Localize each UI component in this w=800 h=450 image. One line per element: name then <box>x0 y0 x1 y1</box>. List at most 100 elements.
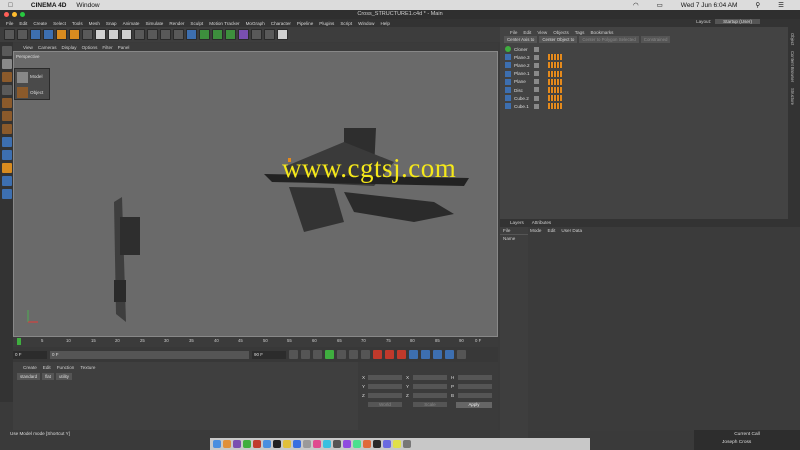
app-icon[interactable] <box>333 440 341 448</box>
viewport-menu-cameras[interactable]: Cameras <box>38 45 57 50</box>
model-mode-icon[interactable] <box>1 59 12 69</box>
app-icon[interactable] <box>343 440 351 448</box>
subdivision-icon[interactable] <box>212 29 223 40</box>
object-row[interactable]: Plane.1 <box>500 70 788 78</box>
visibility-toggle[interactable] <box>534 103 539 109</box>
finder-icon[interactable] <box>213 440 221 448</box>
wifi-icon[interactable]: ◠ <box>633 1 639 9</box>
side-tab-content-browser[interactable]: Content Browser <box>790 51 795 82</box>
render-picture-viewer-icon[interactable] <box>160 29 171 40</box>
edges-mode-icon[interactable] <box>1 111 12 121</box>
menu-select[interactable]: Select <box>53 21 66 26</box>
popup-item-model[interactable]: Model <box>30 74 43 79</box>
render-settings-icon[interactable] <box>173 29 184 40</box>
menu-pipeline[interactable]: Pipeline <box>297 21 313 26</box>
app-icon[interactable] <box>393 440 401 448</box>
menu-animate[interactable]: Animate <box>123 21 140 26</box>
side-tab-structure[interactable]: Structure <box>790 88 795 105</box>
menu-simulate[interactable]: Simulate <box>145 21 163 26</box>
live-selection-icon[interactable] <box>30 29 41 40</box>
perspective-viewport[interactable]: Perspective <box>13 51 498 337</box>
attributes-menu-edit[interactable]: Edit <box>548 227 556 235</box>
app-icon[interactable] <box>233 440 241 448</box>
app-icon[interactable] <box>303 440 311 448</box>
floor-icon[interactable] <box>251 29 262 40</box>
timeline-ruler[interactable]: 5 10 15 20 25 30 35 40 45 50 55 60 65 70… <box>13 337 498 347</box>
attributes-menu-user-data[interactable]: User Data <box>561 227 582 235</box>
key-rotation-icon[interactable] <box>433 350 442 359</box>
play-icon[interactable] <box>325 350 334 359</box>
make-editable-icon[interactable] <box>1 46 12 56</box>
x-axis-icon[interactable] <box>95 29 106 40</box>
object-row[interactable]: Cloner <box>500 45 788 53</box>
next-frame-icon[interactable] <box>337 350 346 359</box>
go-to-end-icon[interactable] <box>361 350 370 359</box>
cloner-icon[interactable] <box>225 29 236 40</box>
key-parameter-icon[interactable] <box>445 350 454 359</box>
visibility-toggle[interactable] <box>534 79 539 85</box>
current-call-overlay[interactable]: Current Call Joseph Cross <box>694 430 800 450</box>
menu-mograph[interactable]: MoGraph <box>246 21 265 26</box>
apply-button[interactable]: Apply <box>456 402 492 408</box>
scene-render[interactable] <box>14 52 499 338</box>
rotation-p-field[interactable] <box>458 384 492 389</box>
object-name[interactable]: Cube.1 <box>514 104 529 109</box>
tweak-icon[interactable] <box>1 150 12 160</box>
tab-center-object[interactable]: Center Object to <box>539 36 578 43</box>
app-icon[interactable] <box>323 440 331 448</box>
visibility-toggle[interactable] <box>534 46 539 52</box>
polygons-mode-icon[interactable] <box>1 124 12 134</box>
object-name[interactable]: Plane.3 <box>514 55 530 60</box>
battery-icon[interactable]: ▭ <box>657 1 663 9</box>
menu-character[interactable]: Character <box>271 21 291 26</box>
menu-render[interactable]: Render <box>169 21 184 26</box>
app-icon[interactable] <box>283 440 291 448</box>
tab-layers[interactable]: Layers <box>510 219 524 227</box>
minimize-window-button[interactable] <box>12 12 17 17</box>
tab-center-axis[interactable]: Center Axis to <box>504 36 538 43</box>
previous-frame-icon[interactable] <box>313 350 322 359</box>
light-icon[interactable] <box>277 29 288 40</box>
viewport-menu-panel[interactable]: Panel <box>118 45 130 50</box>
material-tab-standard[interactable]: standard <box>17 373 41 380</box>
viewport-menu-display[interactable]: Display <box>62 45 77 50</box>
menu-file[interactable]: File <box>6 21 13 26</box>
visibility-toggle[interactable] <box>534 87 539 93</box>
material-tag[interactable] <box>548 54 562 61</box>
menu-list-icon[interactable]: ☰ <box>778 1 784 9</box>
points-mode-icon[interactable] <box>1 98 12 108</box>
size-z-field[interactable] <box>413 393 447 398</box>
tab-center-polygon[interactable]: Center to Polygon Selected <box>579 36 639 43</box>
object-menu-view[interactable]: View <box>537 30 547 35</box>
viewport-menu-view[interactable]: View <box>23 45 33 50</box>
material-tag[interactable] <box>548 103 562 110</box>
menu-sculpt[interactable]: Sculpt <box>190 21 203 26</box>
menu-script[interactable]: Script <box>340 21 352 26</box>
menu-plugins[interactable]: Plugins <box>319 21 334 26</box>
model-part-keel[interactable] <box>344 192 454 222</box>
visibility-toggle[interactable] <box>534 95 539 101</box>
app-icon[interactable] <box>263 440 271 448</box>
object-row[interactable]: Disc <box>500 86 788 94</box>
side-tab-object[interactable]: Object <box>790 33 795 45</box>
popup-item-object[interactable]: Object <box>30 90 43 95</box>
object-menu-bookmarks[interactable]: Bookmarks <box>590 30 613 35</box>
model-part-lower-fin[interactable] <box>289 187 344 232</box>
redo-icon[interactable] <box>17 29 28 40</box>
rotation-b-field[interactable] <box>458 393 492 398</box>
pen-icon[interactable] <box>199 29 210 40</box>
menu-create[interactable]: Create <box>33 21 47 26</box>
size-y-field[interactable] <box>413 384 447 389</box>
apple-icon[interactable]:  <box>8 2 13 9</box>
layout-dropdown[interactable]: Startup (User) <box>715 19 760 24</box>
visibility-toggle[interactable] <box>534 71 539 77</box>
zoom-window-button[interactable] <box>20 12 25 17</box>
next-key-icon[interactable] <box>349 350 358 359</box>
enable-axis-icon[interactable] <box>1 137 12 147</box>
menu-motion-tracker[interactable]: Motion Tracker <box>209 21 239 26</box>
model-part-left-panel[interactable] <box>114 197 126 322</box>
model-icon[interactable] <box>17 72 28 83</box>
object-name[interactable]: Plane.2 <box>514 63 530 68</box>
model-part-left-base[interactable] <box>114 280 126 302</box>
app-menu[interactable]: CINEMA 4D <box>31 2 67 9</box>
